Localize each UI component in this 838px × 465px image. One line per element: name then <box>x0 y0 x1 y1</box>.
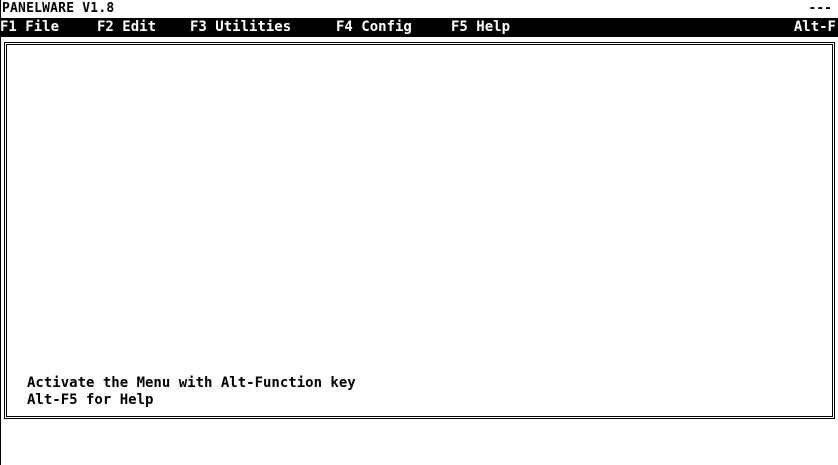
menu-item-utilities[interactable]: F3 Utilities <box>190 18 291 37</box>
main-panel: Activate the Menu with Alt-Function key … <box>4 42 835 419</box>
title-indicator: --- <box>808 1 832 16</box>
status-line-menu-hint: Activate the Menu with Alt-Function key <box>27 375 356 391</box>
left-border-line <box>0 37 1 465</box>
menu-shortcut-hint: Alt-F <box>793 19 836 35</box>
title-bar: PANELWARE V1.8 --- <box>0 0 838 18</box>
app-title: PANELWARE V1.8 <box>2 1 115 16</box>
menu-item-edit[interactable]: F2 Edit <box>97 18 156 37</box>
menu-item-file[interactable]: F1 File <box>0 18 59 37</box>
menu-bar: F1 File F2 Edit F3 Utilities F4 Config F… <box>0 18 838 37</box>
menu-item-config[interactable]: F4 Config <box>336 18 412 37</box>
status-line-help-hint: Alt-F5 for Help <box>27 392 154 408</box>
menu-item-help[interactable]: F5 Help <box>451 18 510 37</box>
